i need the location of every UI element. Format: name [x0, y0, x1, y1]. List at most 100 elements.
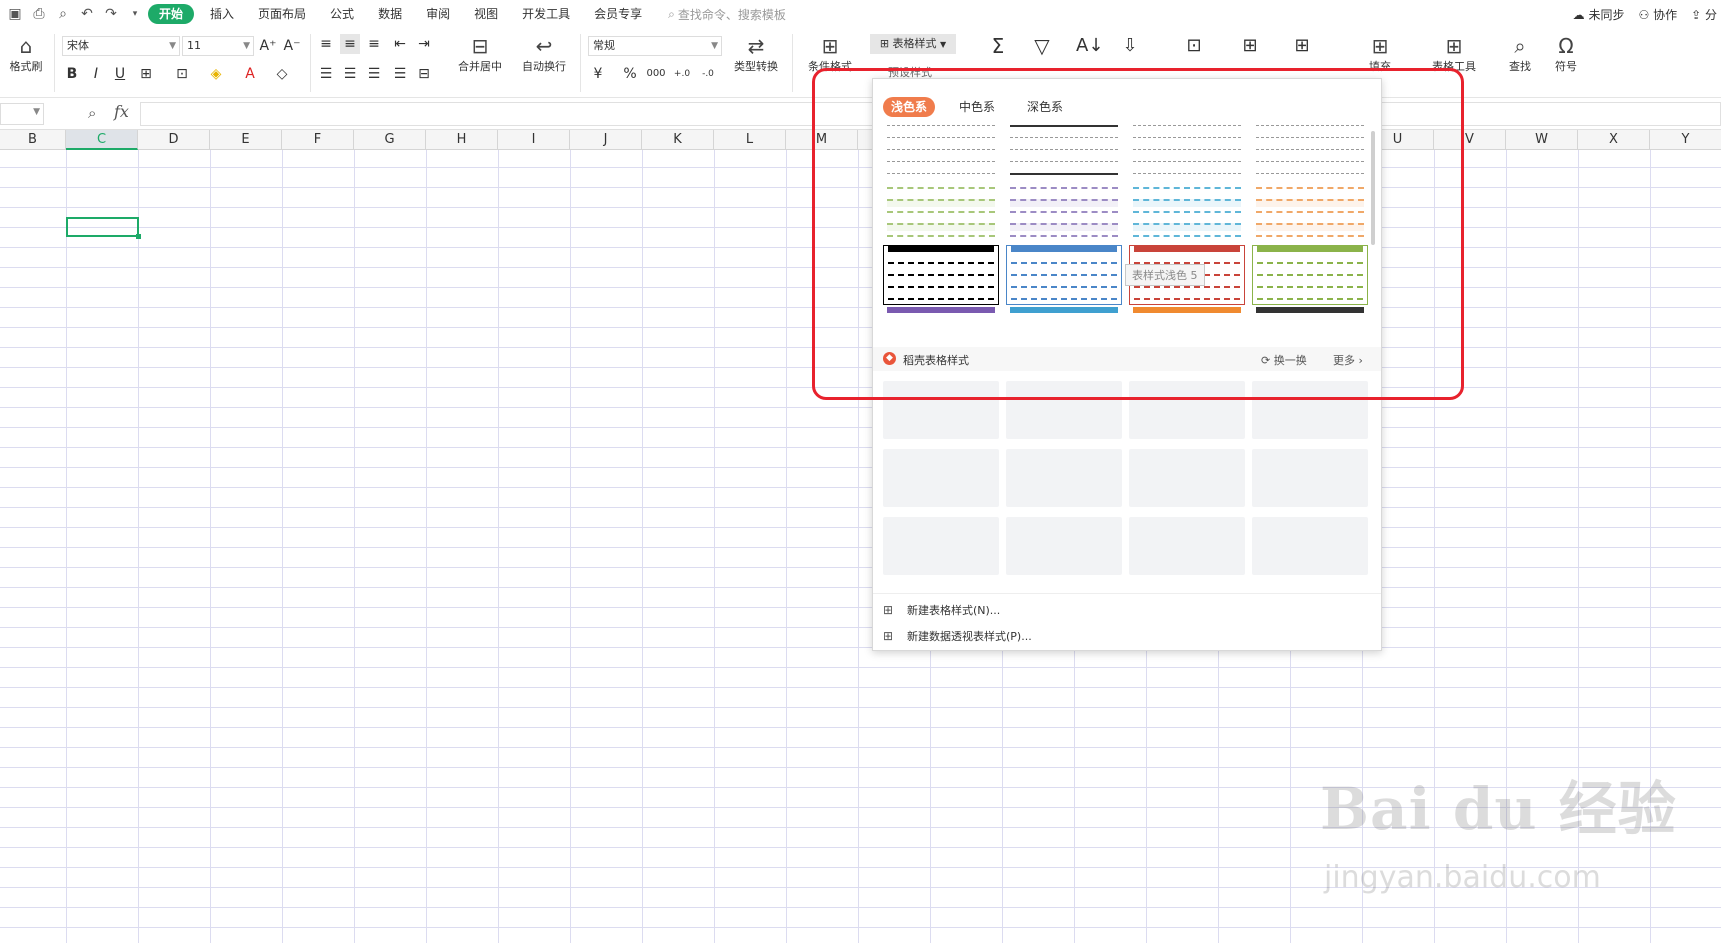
chevron-down-icon: ▼	[243, 41, 250, 51]
underline-icon[interactable]: U	[110, 64, 130, 84]
font-size-select[interactable]: 11 ▼	[182, 36, 254, 56]
column-header-d[interactable]: D	[138, 130, 210, 150]
tab-page-layout[interactable]: 页面布局	[246, 0, 318, 28]
divider	[310, 34, 311, 92]
selected-cell[interactable]	[66, 217, 141, 239]
align-top-icon[interactable]: ≡	[316, 34, 336, 54]
distributed-icon[interactable]: ⊟	[414, 64, 434, 84]
tab-developer[interactable]: 开发工具	[510, 0, 582, 28]
tab-formula[interactable]: 公式	[318, 0, 366, 28]
sync-button[interactable]: ☁ 未同步	[1573, 6, 1625, 23]
type-convert-button[interactable]: ⇄ 类型转换	[726, 34, 786, 74]
bold-icon[interactable]: B	[62, 64, 82, 84]
name-box[interactable]: ▼	[0, 103, 44, 125]
search-icon: ⌕	[668, 6, 675, 21]
decrease-decimal-icon[interactable]: -.0	[698, 64, 718, 84]
docer-style-placeholder[interactable]	[1252, 449, 1368, 507]
font-color-icon[interactable]: A	[240, 64, 260, 84]
symbol-button[interactable]: Ω 符号	[1546, 34, 1586, 74]
column-header-h[interactable]: H	[426, 130, 498, 150]
new-pivot-style-item[interactable]: ⊞ 新建数据透视表样式(P)...	[883, 626, 1032, 646]
docer-style-placeholder[interactable]	[883, 517, 999, 575]
save-icon[interactable]: ▣	[6, 5, 24, 23]
thousands-icon[interactable]: 000	[646, 64, 666, 84]
align-bottom-icon[interactable]: ≡	[364, 34, 384, 54]
docer-style-placeholder[interactable]	[1129, 449, 1245, 507]
italic-icon[interactable]: I	[86, 64, 106, 84]
tab-data[interactable]: 数据	[366, 0, 414, 28]
command-search[interactable]: ⌕ 查找命令、搜索模板	[668, 6, 786, 23]
undo-icon[interactable]: ↶	[78, 5, 96, 23]
auto-wrap-button[interactable]: ↩ 自动换行	[516, 34, 572, 74]
brush-icon: ⌂	[19, 34, 33, 58]
column-header-g[interactable]: G	[354, 130, 426, 150]
right-actions: ☁ 未同步 ⚇ 协作 ⇪ 分	[1573, 0, 1717, 28]
docer-style-placeholder[interactable]	[1006, 517, 1122, 575]
tab-start[interactable]: 开始	[148, 4, 195, 24]
currency-icon[interactable]: ¥	[588, 64, 608, 84]
column-header-x[interactable]: X	[1578, 130, 1650, 150]
column-header-c[interactable]: C	[66, 130, 138, 150]
share-button[interactable]: ⇪ 分	[1691, 6, 1717, 23]
divider	[580, 34, 581, 92]
docer-style-placeholder[interactable]	[1129, 517, 1245, 575]
increase-font-icon[interactable]: A⁺	[258, 36, 278, 56]
filter-icon[interactable]: ▽	[1032, 36, 1052, 56]
column-header-y[interactable]: Y	[1650, 130, 1721, 150]
merge-center-button[interactable]: ⊟ 合并居中	[450, 34, 510, 74]
redo-icon[interactable]: ↷	[102, 5, 120, 23]
fill-color-icon[interactable]: ◈	[206, 64, 226, 84]
column-header-e[interactable]: E	[210, 130, 282, 150]
tab-view[interactable]: 视图	[462, 0, 510, 28]
chevron-down-icon: ▼	[940, 40, 947, 49]
font-name-select[interactable]: 宋体 ▼	[62, 36, 180, 56]
docer-style-placeholder[interactable]	[883, 449, 999, 507]
column-header-i[interactable]: I	[498, 130, 570, 150]
watermark-logo: Bai du 经验	[1320, 775, 1677, 843]
format-painter-button[interactable]: ⌂ 格式刷	[6, 34, 46, 74]
column-header-k[interactable]: K	[642, 130, 714, 150]
column-header-w[interactable]: W	[1506, 130, 1578, 150]
sum-icon[interactable]: Σ	[988, 36, 1008, 56]
new-table-style-item[interactable]: ⊞ 新建表格样式(N)...	[883, 600, 1000, 620]
rows-columns-icon[interactable]: ⊞	[1240, 36, 1260, 56]
zoom-icon[interactable]: ⌕	[88, 104, 96, 122]
tab-member[interactable]: 会员专享	[582, 0, 654, 28]
user-icon: ⚇	[1638, 7, 1650, 22]
column-header-l[interactable]: L	[714, 130, 786, 150]
decrease-indent-icon[interactable]: ⇤	[390, 34, 410, 54]
docer-style-placeholder[interactable]	[1252, 517, 1368, 575]
collaborate-button[interactable]: ⚇ 协作	[1638, 6, 1677, 23]
table-style-button[interactable]: ⊞ 表格样式 ▼	[870, 34, 956, 54]
find-button[interactable]: ⌕ 查找	[1500, 34, 1540, 74]
increase-decimal-icon[interactable]: +.0	[672, 64, 692, 84]
customize-chevron-icon[interactable]: ▾	[126, 5, 144, 23]
align-center-icon[interactable]: ☰	[340, 64, 360, 84]
print-preview-icon[interactable]: ⌕	[54, 5, 72, 23]
sort-icon[interactable]: A↓	[1076, 36, 1103, 56]
column-header-b[interactable]: B	[0, 130, 66, 150]
increase-indent-icon[interactable]: ⇥	[414, 34, 434, 54]
justify-icon[interactable]: ☰	[390, 64, 410, 84]
highlight-annotation	[812, 68, 1464, 400]
docer-style-placeholder[interactable]	[1006, 449, 1122, 507]
tab-review[interactable]: 审阅	[414, 0, 462, 28]
worksheet-icon[interactable]: ⊞	[1292, 36, 1312, 56]
number-format-select[interactable]: 常规 ▼	[588, 36, 722, 56]
format-icon[interactable]: ⊡	[1184, 36, 1204, 56]
decrease-font-icon[interactable]: A⁻	[282, 36, 302, 56]
align-middle-icon[interactable]: ≡	[340, 34, 360, 54]
clear-format-icon[interactable]: ◇	[272, 64, 292, 84]
cloud-icon: ☁	[1572, 7, 1585, 22]
border-icon[interactable]: ⊞	[136, 64, 156, 84]
diagonal-border-icon[interactable]: ⊡	[172, 64, 192, 84]
column-header-j[interactable]: J	[570, 130, 642, 150]
column-header-f[interactable]: F	[282, 130, 354, 150]
align-left-icon[interactable]: ☰	[316, 64, 336, 84]
percent-icon[interactable]: %	[620, 64, 640, 84]
tab-insert[interactable]: 插入	[198, 0, 246, 28]
fill-down-icon[interactable]: ⇩	[1120, 36, 1140, 56]
align-right-icon[interactable]: ☰	[364, 64, 384, 84]
fx-icon[interactable]: fx	[114, 102, 129, 121]
print-icon[interactable]: ⎙	[30, 5, 48, 23]
